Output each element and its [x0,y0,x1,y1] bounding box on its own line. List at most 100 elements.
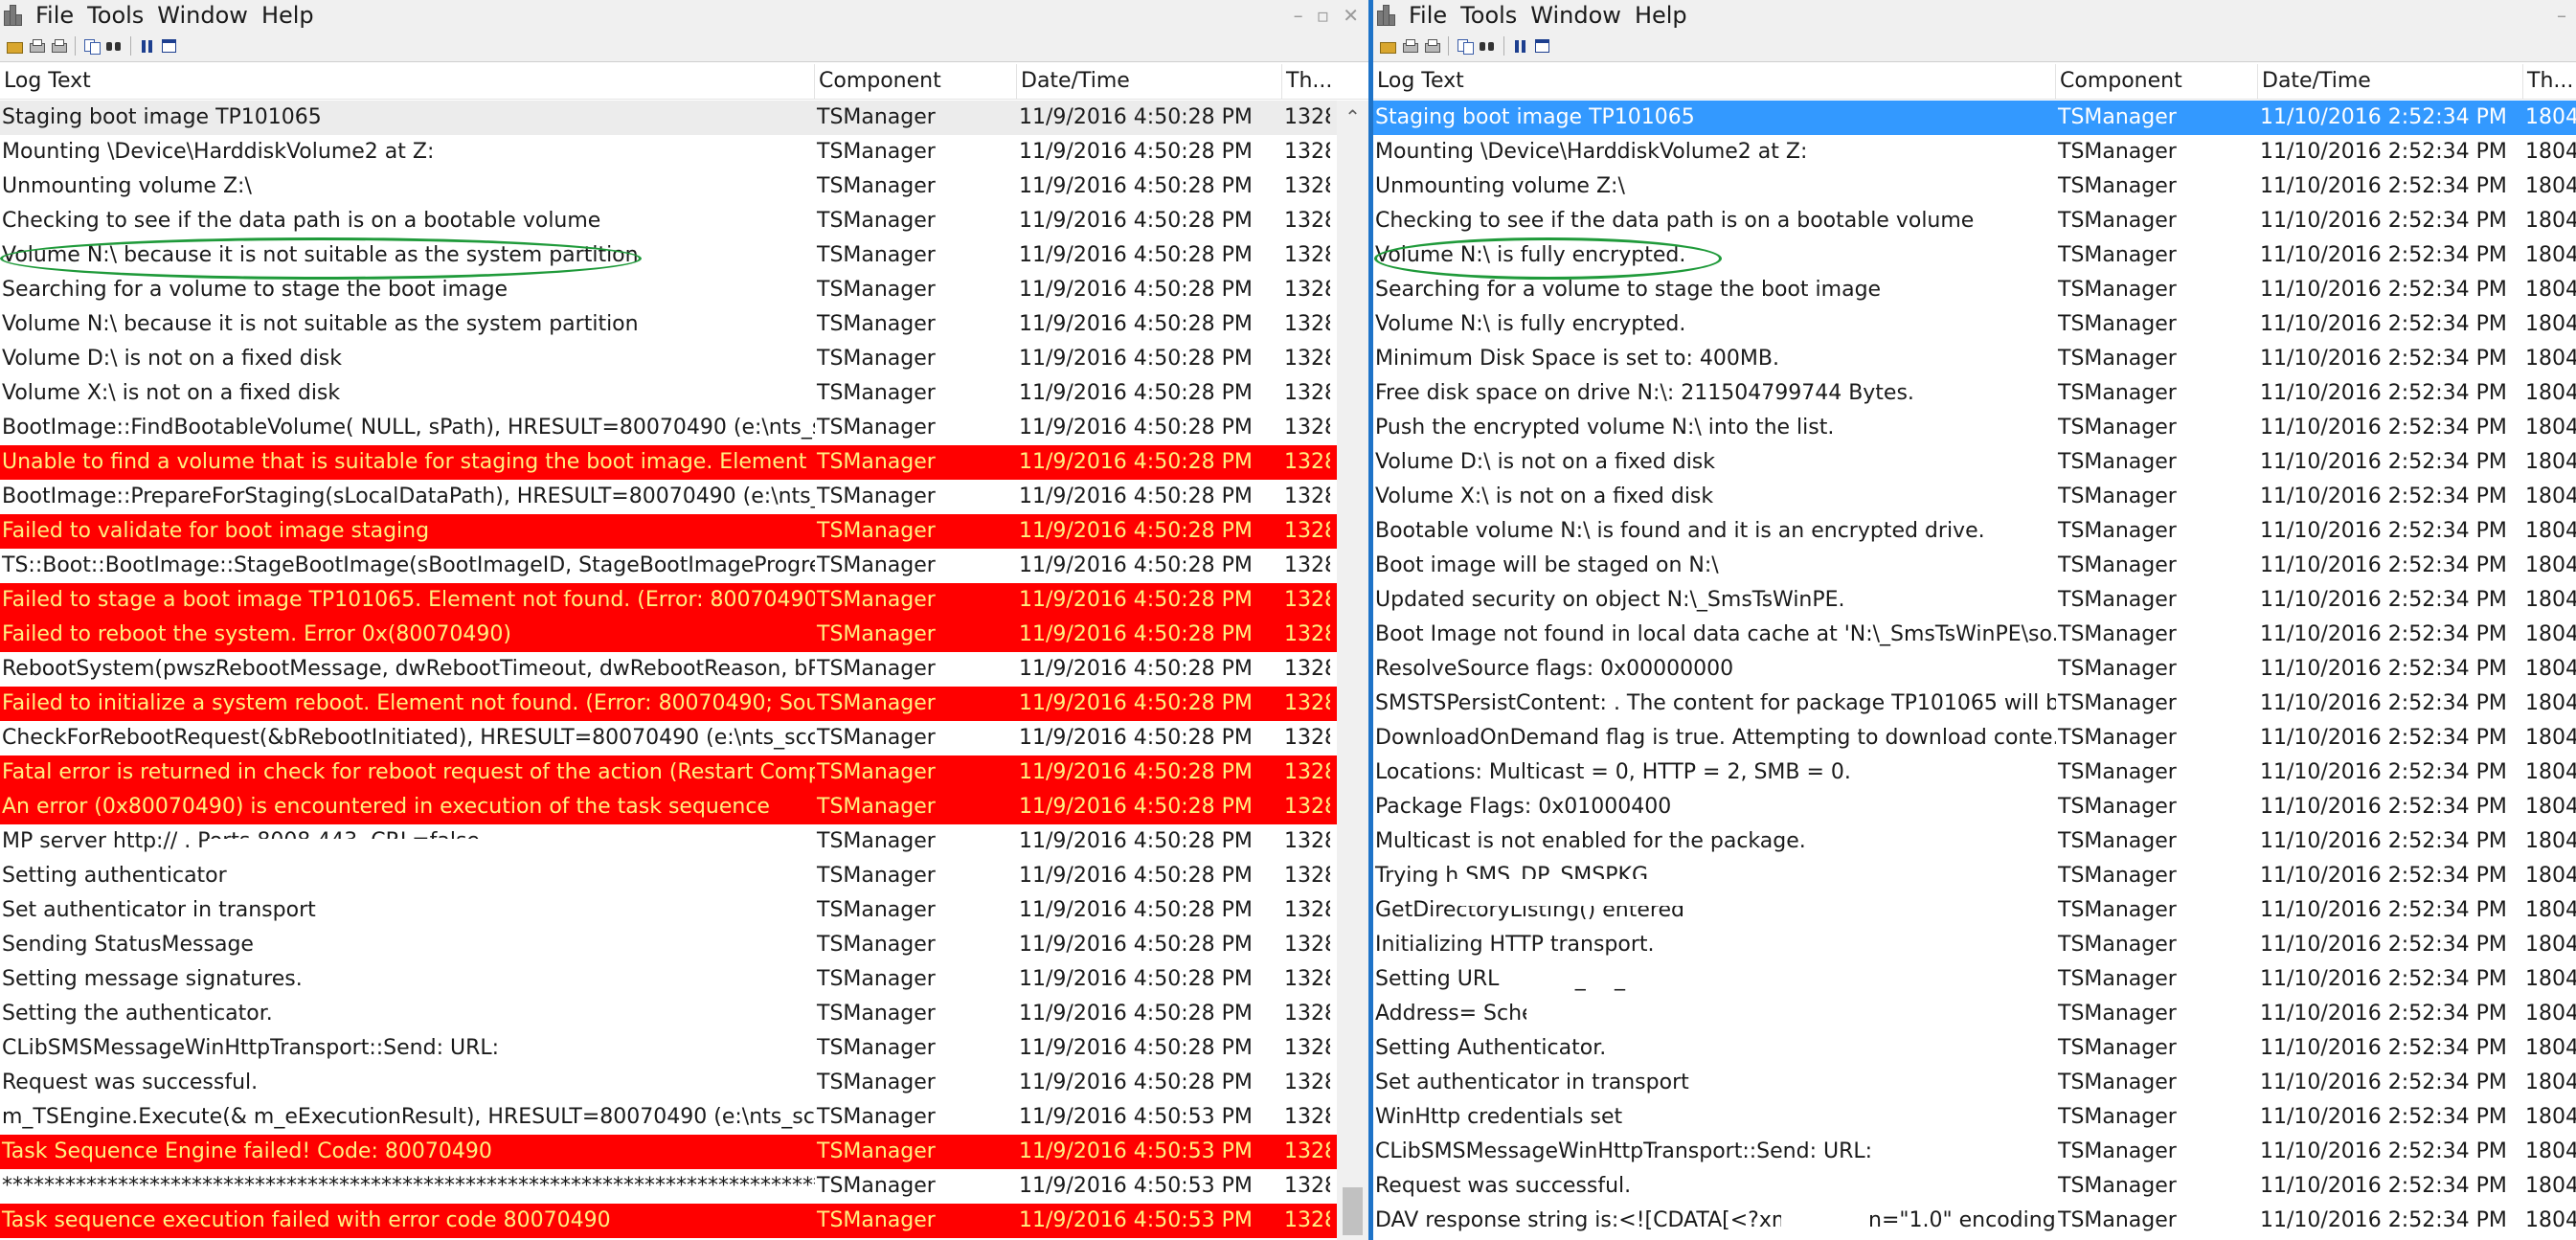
log-row[interactable]: Failed to initialize a system reboot. El… [0,687,1368,721]
log-row[interactable]: Volume N:\ is fully encrypted. TSManager 1… [1373,238,2576,273]
menu-file[interactable]: File [29,2,80,29]
log-row[interactable]: An error (0x80070490) is encountered in … [0,790,1368,824]
log-row[interactable]: Free disk space on drive N:\: 2115047997… [1373,376,2576,411]
log-row[interactable]: Searching for a volume to stage the boot… [0,273,1368,307]
copy-icon[interactable] [83,38,101,55]
find-icon[interactable] [105,38,123,54]
log-row[interactable]: BootImage::FindBootableVolume( NULL, sPa… [0,411,1368,445]
column-header-thread[interactable]: Th... [1282,64,1368,99]
log-row[interactable]: Volume D:\ is not on a fixed disk TSManag… [1373,445,2576,480]
log-row[interactable]: Failed to validate for boot image stagin… [0,514,1368,549]
column-header-datetime[interactable]: Date/Time [2258,64,2523,99]
menu-file[interactable]: File [1402,2,1454,29]
log-row[interactable]: DAV response string is:<![CDATA[<?xml ve… [1373,1204,2576,1238]
log-row[interactable]: Request was successful. TSManager 11/10/20… [1373,1169,2576,1204]
log-row[interactable]: Boot image will be staged on N:\ TSManage… [1373,549,2576,583]
restore-icon[interactable]: ▫ [1317,4,1330,27]
menu-window[interactable]: Window [1524,2,1628,29]
log-row[interactable]: Sending StatusMessage TSManager 11/9/2016 … [0,928,1368,962]
log-row[interactable]: Searching for a volume to stage the boot… [1373,273,2576,307]
log-row[interactable]: Unable to find a volume that is suitable… [0,445,1368,480]
left-vertical-scrollbar[interactable]: ⌃ [1337,101,1368,1240]
open-icon[interactable] [6,38,23,54]
log-row[interactable]: DownloadOnDemand flag is true. Attemptin… [1373,721,2576,755]
log-row[interactable]: Initializing HTTP transport. TSManager 11/… [1373,928,2576,962]
log-row[interactable]: Fatal error is returned in check for reb… [0,755,1368,790]
log-row[interactable]: Unmounting volume Z:\ TSManager 11/9/2016 … [0,169,1368,204]
log-row[interactable]: Mounting \Device\HarddiskVolume2 at Z: TS… [0,135,1368,169]
log-row[interactable]: BootImage::PrepareForStaging(sLocalDataP… [0,480,1368,514]
copy-icon[interactable] [1457,38,1474,55]
menu-help[interactable]: Help [255,2,321,29]
minimize-icon[interactable]: – [2557,4,2566,27]
log-row[interactable]: Setting Authenticator. TSManager 11/10/201… [1373,1031,2576,1066]
log-text-cell: SMSTSPersistContent: . The content for p… [1375,691,2056,715]
menu-tools[interactable]: Tools [80,2,150,29]
column-header-datetime[interactable]: Date/Time [1017,64,1282,99]
log-row[interactable]: Push the encrypted volume N:\ into the l… [1373,411,2576,445]
window-icon[interactable] [1534,38,1551,54]
minimize-icon[interactable]: – [1294,4,1303,27]
log-row[interactable]: Package Flags: 0x01000400 TSManager 11/10/… [1373,790,2576,824]
log-row[interactable]: Volume N:\ because it is not suitable as… [0,307,1368,342]
log-row[interactable]: Setting the authenticator. TSManager 11/9/… [0,997,1368,1031]
menu-help[interactable]: Help [1628,2,1694,29]
log-row[interactable]: Staging boot image TP101065 TSManager 11/9… [0,101,1368,135]
menu-tools[interactable]: Tools [1454,2,1524,29]
log-row[interactable]: Checking to see if the data path is on a… [0,204,1368,238]
open-icon[interactable] [1379,38,1396,54]
log-row[interactable]: Request was successful. TSManager 11/9/201… [0,1066,1368,1100]
log-row[interactable]: Mounting \Device\HarddiskVolume2 at Z: TS… [1373,135,2576,169]
find-icon[interactable] [1479,38,1496,54]
window-icon[interactable] [161,38,178,54]
log-row[interactable]: CheckForRebootRequest(&bRebootInitiated)… [0,721,1368,755]
print-preview-icon[interactable] [1423,38,1440,54]
print-preview-icon[interactable] [50,38,67,54]
pause-icon[interactable] [139,38,156,54]
log-row[interactable]: WinHttp credentials set TSManager 11/10/20… [1373,1100,2576,1135]
log-row[interactable]: Locations: Multicast = 0, HTTP = 2, SMB … [1373,755,2576,790]
column-header-component[interactable]: Component [2056,64,2258,99]
log-row[interactable]: Staging boot image TP101065 TSManager 11/1… [1373,101,2576,135]
log-row[interactable]: ResolveSource flags: 0x00000000 TSManager… [1373,652,2576,687]
log-row[interactable]: ****************************************… [0,1169,1368,1204]
column-header-thread[interactable]: Th... [2523,64,2576,99]
log-row[interactable]: Boot Image not found in local data cache… [1373,618,2576,652]
print-icon[interactable] [28,38,45,54]
scroll-thumb[interactable] [1343,1187,1363,1235]
log-row[interactable]: MP server http:// . Ports 8008,443. CRL=… [0,824,1368,859]
log-row[interactable]: CLibSMSMessageWinHttpTransport::Send: UR… [1373,1135,2576,1169]
log-row[interactable]: Volume N:\ is fully encrypted. TSManager 1… [1373,307,2576,342]
log-row[interactable]: SMSTSPersistContent: . The content for p… [1373,687,2576,721]
log-row[interactable]: Task Sequence Engine failed! Code: 80070… [0,1135,1368,1169]
log-row[interactable]: Multicast is not enabled for the package… [1373,824,2576,859]
log-row[interactable]: Setting message signatures. TSManager 11/9… [0,962,1368,997]
log-row[interactable]: Volume N:\ because it is not suitable as… [0,238,1368,273]
column-header-log-text[interactable]: Log Text [0,64,815,99]
log-row[interactable]: Failed to stage a boot image TP101065. E… [0,583,1368,618]
log-row[interactable]: TS::Boot::BootImage::StageBootImage(sBoo… [0,549,1368,583]
column-header-component[interactable]: Component [815,64,1017,99]
log-row[interactable]: Volume D:\ is not on a fixed disk TSManag… [0,342,1368,376]
component-cell: TSManager [2058,829,2177,853]
log-row[interactable]: Set authenticator in transport TSManager 1… [1373,1066,2576,1100]
log-row[interactable]: Failed to reboot the system. Error 0x(80… [0,618,1368,652]
log-row[interactable]: Checking to see if the data path is on a… [1373,204,2576,238]
menu-window[interactable]: Window [150,2,255,29]
pause-icon[interactable] [1512,38,1529,54]
log-row[interactable]: Unmounting volume Z:\ TSManager 11/10/2016… [1373,169,2576,204]
log-row[interactable]: Task sequence execution failed with erro… [0,1204,1368,1238]
column-header-log-text[interactable]: Log Text [1373,64,2056,99]
log-row[interactable]: Setting authenticator TSManager 11/9/2016 … [0,859,1368,893]
log-row[interactable]: Volume X:\ is not on a fixed disk TSManag… [0,376,1368,411]
log-row[interactable]: Volume X:\ is not on a fixed disk TSManag… [1373,480,2576,514]
log-row[interactable]: Bootable volume N:\ is found and it is a… [1373,514,2576,549]
print-icon[interactable] [1401,38,1418,54]
log-row[interactable]: Minimum Disk Space is set to: 400MB. TSMa… [1373,342,2576,376]
log-row[interactable]: m_TSEngine.Execute(& m_eExecutionResult)… [0,1100,1368,1135]
log-row[interactable]: RebootSystem(pwszRebootMessage, dwReboot… [0,652,1368,687]
log-row[interactable]: Set authenticator in transport TSManager 1… [0,893,1368,928]
scroll-up-icon[interactable]: ⌃ [1337,101,1368,133]
close-icon[interactable]: ✕ [1343,4,1359,27]
log-row[interactable]: Updated security on object N:\_SmsTsWinP… [1373,583,2576,618]
